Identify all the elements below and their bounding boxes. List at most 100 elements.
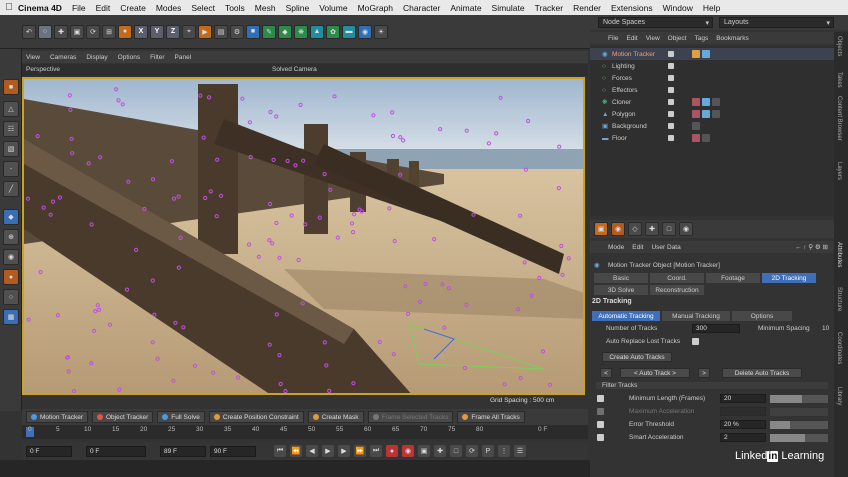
cube-icon[interactable]: ■: [246, 24, 260, 39]
menu-help[interactable]: Help: [703, 3, 720, 13]
nav-arrows-icon[interactable]: ← ↑ ⚲ ⚙ ⊞: [795, 243, 828, 251]
scale-key-icon[interactable]: □: [450, 445, 462, 457]
parameter-key-icon[interactable]: P: [482, 445, 494, 457]
side-tab-structure[interactable]: Structure: [836, 287, 842, 311]
scale-icon[interactable]: ▣: [70, 24, 84, 39]
floor-icon[interactable]: ▬: [342, 24, 356, 39]
create-position-constraint-button[interactable]: Create Position Constraint: [208, 411, 304, 423]
visibility-check[interactable]: [668, 99, 674, 105]
track-icon[interactable]: ▣: [594, 222, 608, 236]
x-axis-toggle[interactable]: X: [134, 24, 148, 39]
object-row-lighting[interactable]: ○ Lighting: [590, 60, 834, 72]
menu-extensions[interactable]: Extensions: [611, 3, 653, 13]
object-row-background[interactable]: ▣ Background: [590, 120, 834, 132]
object-row-cloner[interactable]: ❋ Cloner: [590, 96, 834, 108]
max-accel-checkbox[interactable]: [597, 408, 604, 415]
menu-tools[interactable]: Tools: [225, 3, 245, 13]
am-menu-edit[interactable]: Edit: [632, 244, 643, 251]
go-to-start-icon[interactable]: ⏮: [274, 445, 286, 457]
model-mode-icon[interactable]: △: [3, 101, 19, 117]
object-row-forces[interactable]: ○ Forces: [590, 72, 834, 84]
menu-character[interactable]: Character: [403, 3, 440, 13]
menu-select[interactable]: Select: [191, 3, 215, 13]
object-row-polygon[interactable]: ▲ Polygon: [590, 108, 834, 120]
am-menu-user-data[interactable]: User Data: [651, 244, 680, 251]
visibility-check[interactable]: [668, 87, 674, 93]
polygons-mode-icon[interactable]: ◆: [3, 209, 19, 225]
visibility-check[interactable]: [668, 63, 674, 69]
min-length-slider[interactable]: [770, 395, 828, 403]
menu-mesh[interactable]: Mesh: [255, 3, 276, 13]
current-frame-field[interactable]: 0 F: [26, 445, 72, 457]
app-name[interactable]: Cinema 4D: [18, 3, 62, 13]
om-menu-view[interactable]: View: [646, 35, 660, 42]
auto-track-prev-button[interactable]: <: [600, 368, 612, 378]
frame-all-tracks-button[interactable]: Frame All Tracks: [457, 411, 525, 423]
mask-tool-icon[interactable]: □: [662, 222, 676, 236]
visibility-check[interactable]: [668, 75, 674, 81]
object-row-effectors[interactable]: ○ Effectors: [590, 84, 834, 96]
light-icon[interactable]: ☀: [374, 24, 388, 39]
error-threshold-slider[interactable]: [770, 421, 828, 429]
menu-tracker[interactable]: Tracker: [535, 3, 564, 13]
coordinate-system-icon[interactable]: ⌖: [182, 24, 196, 39]
auto-track-button[interactable]: < Auto Track >: [620, 368, 690, 378]
min-frame-field[interactable]: 0 F: [86, 445, 146, 457]
keyframe-selection-icon[interactable]: ▣: [418, 445, 430, 457]
side-tab-library[interactable]: Library: [836, 387, 842, 405]
create-auto-tracks-button[interactable]: Create Auto Tracks: [602, 352, 672, 362]
tab-coord[interactable]: Coord.: [650, 273, 704, 283]
solve-icon[interactable]: ◉: [611, 222, 625, 236]
om-menu-edit[interactable]: Edit: [626, 35, 637, 42]
error-threshold-checkbox[interactable]: [597, 421, 604, 428]
visibility-check[interactable]: [668, 51, 674, 57]
layouts-dropdown[interactable]: Layouts ▾: [719, 17, 834, 28]
recent-tools-icon[interactable]: ⊞: [102, 24, 116, 39]
autokey-icon[interactable]: ◉: [402, 445, 414, 457]
min-length-checkbox[interactable]: [597, 395, 604, 402]
menu-spline[interactable]: Spline: [286, 3, 310, 13]
om-menu-file[interactable]: File: [608, 35, 618, 42]
previous-key-icon[interactable]: ⏪: [290, 445, 302, 457]
side-tab-layers[interactable]: Layers: [836, 162, 842, 180]
workplane-icon[interactable]: ▧: [3, 141, 19, 157]
side-tab-content-browser[interactable]: Content Browser: [836, 96, 842, 141]
feature-icon[interactable]: ◇: [628, 222, 642, 236]
visibility-check[interactable]: [668, 135, 674, 141]
object-tracker-button[interactable]: Object Tracker: [92, 411, 154, 423]
go-to-end-icon[interactable]: ⏭: [370, 445, 382, 457]
subtab-manual-tracking[interactable]: Manual Tracking: [662, 311, 730, 321]
object-row-floor[interactable]: ▬ Floor: [590, 132, 834, 144]
number-of-tracks-input[interactable]: 300: [692, 324, 740, 333]
create-mask-button[interactable]: Create Mask: [307, 411, 364, 423]
viewport-camera[interactable]: Solved Camera: [272, 66, 317, 73]
tab-3d-solve[interactable]: 3D Solve: [594, 285, 648, 295]
texture-mode-icon[interactable]: ☷: [3, 121, 19, 137]
viewport-menu-view[interactable]: View: [26, 54, 40, 61]
viewport-menu-cameras[interactable]: Cameras: [50, 54, 76, 61]
render-settings-icon[interactable]: ⚙: [230, 24, 244, 39]
lock-workplane-icon[interactable]: ▦: [3, 309, 19, 325]
point-level-icon[interactable]: ⋮: [498, 445, 510, 457]
side-tab-attributes[interactable]: Attributes: [836, 242, 842, 267]
full-solve-button[interactable]: Full Solve: [157, 411, 205, 423]
visibility-check[interactable]: [668, 111, 674, 117]
auto-replace-checkbox[interactable]: [692, 338, 699, 345]
menu-edit[interactable]: Edit: [96, 3, 111, 13]
subdivision-icon[interactable]: ◆: [278, 24, 292, 39]
smart-accel-slider[interactable]: [770, 434, 828, 442]
visibility-check[interactable]: [668, 123, 674, 129]
mograph-icon[interactable]: ✿: [326, 24, 340, 39]
viewport-menu-options[interactable]: Options: [118, 54, 140, 61]
viewport-menu-display[interactable]: Display: [86, 54, 107, 61]
cloner-icon[interactable]: ❋: [294, 24, 308, 39]
side-tab-objects[interactable]: Objects: [836, 36, 842, 56]
menu-simulate[interactable]: Simulate: [492, 3, 525, 13]
axis-mode-icon[interactable]: ⊕: [3, 229, 19, 245]
timeline-icon[interactable]: ☰: [514, 445, 526, 457]
menu-render[interactable]: Render: [573, 3, 601, 13]
menu-modes[interactable]: Modes: [156, 3, 182, 13]
y-axis-toggle[interactable]: Y: [150, 24, 164, 39]
motion-tracker-button[interactable]: Motion Tracker: [26, 411, 88, 423]
side-tab-coordinates[interactable]: Coordinates: [836, 332, 842, 364]
